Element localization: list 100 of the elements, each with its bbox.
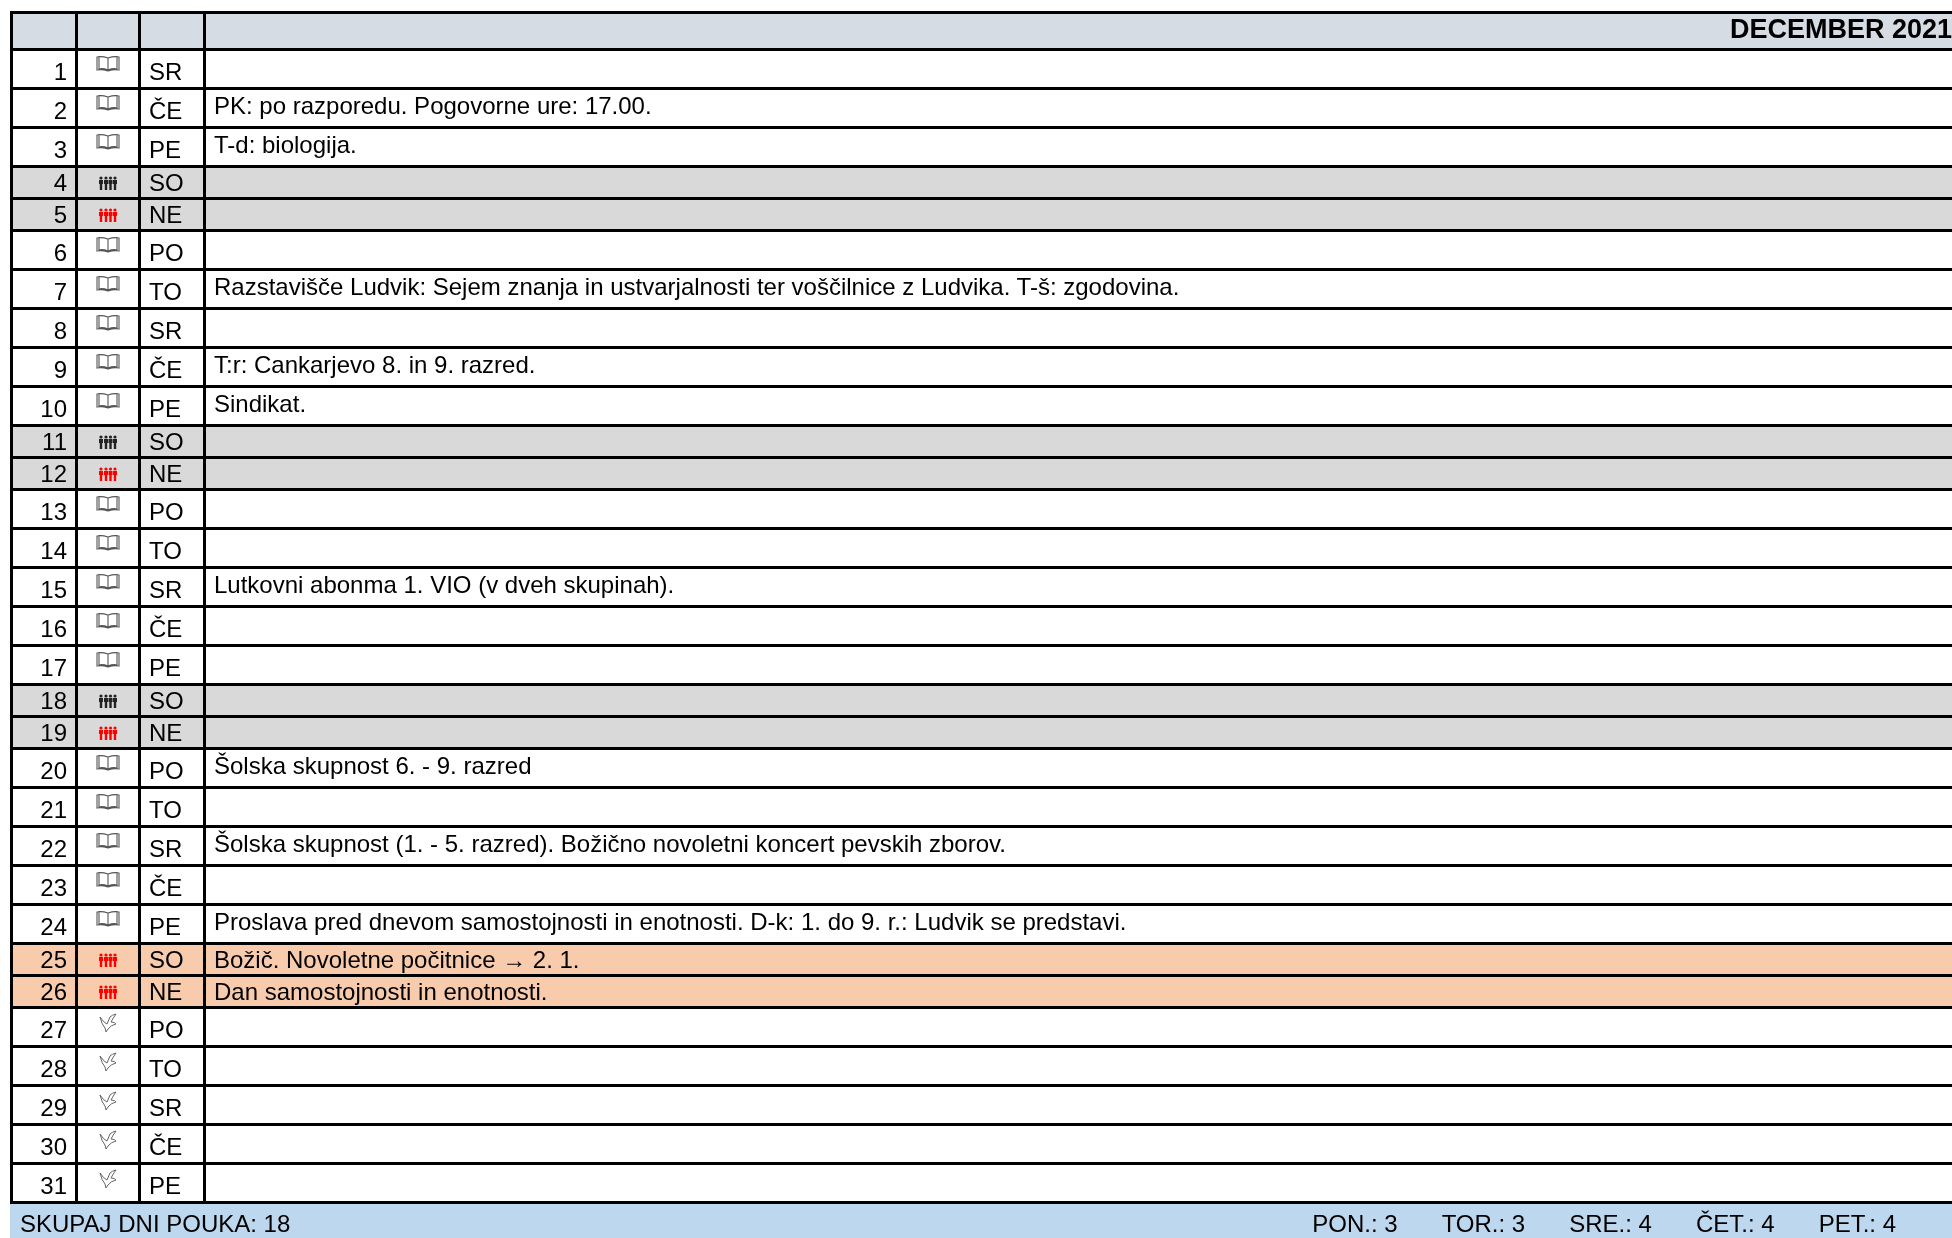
day-number: 16 — [40, 615, 67, 643]
weekday-label: PE — [149, 913, 181, 941]
day-number: 13 — [40, 498, 67, 526]
book-icon — [96, 651, 120, 669]
weekday-label: TO — [149, 537, 182, 565]
day-number: 9 — [53, 356, 67, 384]
weekday-label: ČE — [149, 97, 183, 125]
day-number: 11 — [42, 428, 67, 456]
weekday-count: TOR.: 3 — [1441, 1210, 1526, 1238]
weekday-count: ČET.: 4 — [1695, 1210, 1775, 1238]
event-note: Šolska skupnost (1. - 5. razred). Božično novoletni koncert pevskih zborov. — [214, 830, 1006, 858]
weekday-label: PO — [149, 239, 184, 267]
day-number: 19 — [40, 719, 67, 747]
book-icon — [96, 754, 120, 772]
book-icon — [96, 495, 120, 513]
day-number: 3 — [53, 136, 67, 164]
weekday-label: NE — [149, 201, 183, 229]
weekday-label: TO — [149, 1055, 182, 1083]
book-icon — [96, 573, 120, 591]
weekday-label: PE — [149, 395, 181, 423]
people-icon — [98, 466, 118, 481]
weekday-label: TO — [149, 796, 182, 824]
weekday-label: SO — [149, 428, 184, 456]
weekday-count: SRE.: 4 — [1569, 1210, 1652, 1238]
day-number: 18 — [40, 687, 67, 715]
event-note: PK: po razporedu. Pogovorne ure: 17.00. — [214, 92, 652, 120]
weekday-label: SR — [149, 317, 183, 345]
day-number: 22 — [40, 835, 67, 863]
weekday-label: NE — [149, 719, 183, 747]
book-icon — [96, 236, 120, 254]
weekday-label: PO — [149, 498, 184, 526]
day-number: 1 — [53, 58, 67, 86]
weekday-label: SR — [149, 1094, 183, 1122]
book-icon — [96, 832, 120, 850]
day-number: 28 — [40, 1055, 67, 1083]
weekday-label: ČE — [149, 356, 183, 384]
people-icon — [98, 175, 118, 190]
weekday-label: PE — [149, 654, 181, 682]
day-number: 17 — [40, 654, 67, 682]
event-note: Proslava pred dnevom samostojnosti in enotnosti. D-k: 1. do 9. r.: Ludvik se predstavi. — [214, 908, 1127, 936]
day-number: 4 — [53, 169, 67, 197]
weekday-label: PO — [149, 757, 184, 785]
day-number: 23 — [40, 874, 67, 902]
weekday-label: PE — [149, 136, 181, 164]
book-icon — [96, 275, 120, 293]
event-note: T-d: biologija. — [214, 131, 357, 159]
total-days: SKUPAJ DNI POUKA: 18 — [20, 1210, 291, 1238]
day-number: 24 — [40, 913, 67, 941]
weekday-count: PON.: 3 — [1312, 1210, 1398, 1238]
event-note: Šolska skupnost 6. - 9. razred — [214, 752, 532, 780]
day-number: 15 — [40, 576, 67, 604]
event-note: Razstavišče Ludvik: Sejem znanja in ustvarjalnosti ter voščilnice z Ludvika. T-š: zgodovina. — [214, 273, 1180, 301]
day-number: 7 — [53, 278, 67, 306]
weekday-label: SR — [149, 576, 183, 604]
event-note: Božič. Novoletne počitnice → 2. 1. — [214, 945, 580, 974]
day-number: 6 — [53, 239, 67, 267]
day-number: 20 — [40, 757, 67, 785]
weekday-label: ČE — [149, 1133, 183, 1161]
book-icon — [96, 871, 120, 889]
day-number: 29 — [40, 1094, 67, 1122]
day-number: 21 — [40, 796, 67, 824]
day-number: 26 — [40, 978, 67, 1006]
weekday-label: SR — [149, 835, 183, 863]
weekday-count: PET.: 4 — [1818, 1210, 1896, 1238]
weekday-label: SR — [149, 58, 183, 86]
book-icon — [96, 612, 120, 630]
book-icon — [96, 534, 120, 552]
weekday-label: NE — [149, 978, 183, 1006]
day-number: 14 — [40, 537, 67, 565]
people-icon — [98, 434, 118, 449]
day-number: 2 — [53, 97, 67, 125]
book-icon — [96, 133, 120, 151]
book-icon — [96, 94, 120, 112]
event-note: Sindikat. — [214, 390, 307, 418]
people-icon — [98, 207, 118, 222]
weekday-label: PO — [149, 1016, 184, 1044]
weekday-label: SO — [149, 169, 184, 197]
book-icon — [96, 55, 120, 73]
book-icon — [96, 392, 120, 410]
people-icon — [98, 952, 118, 967]
weekday-label: ČE — [149, 874, 183, 902]
weekday-label: SO — [149, 687, 184, 715]
book-icon — [96, 793, 120, 811]
day-number: 30 — [40, 1133, 67, 1161]
weekday-label: PE — [149, 1172, 181, 1200]
book-icon — [96, 910, 120, 928]
day-number: 10 — [40, 395, 67, 423]
month-title: DECEMBER 2021 — [1729, 13, 1952, 45]
event-note: T:r: Cankarjevo 8. in 9. razred. — [214, 351, 536, 379]
day-number: 12 — [40, 460, 67, 488]
people-icon — [98, 725, 118, 740]
event-note: Lutkovni abonma 1. VIO (v dveh skupinah). — [214, 571, 675, 599]
people-icon — [98, 984, 118, 999]
day-number: 8 — [53, 317, 67, 345]
book-icon — [96, 314, 120, 332]
book-icon — [96, 353, 120, 371]
weekday-label: ČE — [149, 615, 183, 643]
weekday-label: SO — [149, 946, 184, 974]
weekday-label: TO — [149, 278, 182, 306]
weekday-label: NE — [149, 460, 183, 488]
